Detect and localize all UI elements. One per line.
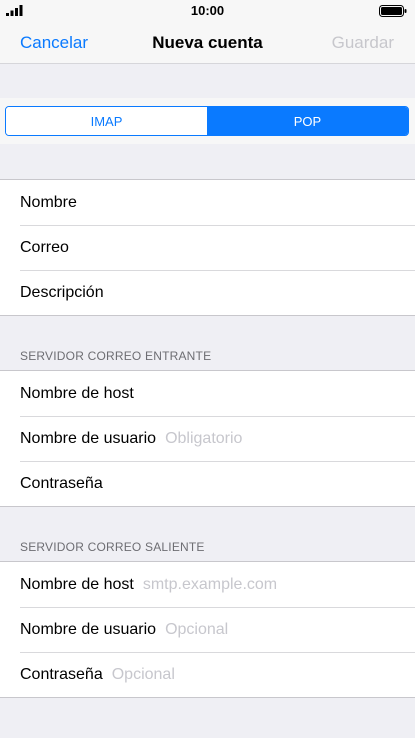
new-account-screen: 10:00 Cancelar Nueva cuenta Guardar IMAP… xyxy=(0,0,415,738)
incoming-username-input[interactable] xyxy=(165,429,415,448)
outgoing-server-group: Nombre de host Nombre de usuario Contras… xyxy=(0,561,415,698)
account-type-segmented-control: IMAP POP xyxy=(5,106,409,136)
outgoing-host-input[interactable] xyxy=(142,575,415,594)
incoming-host-row[interactable]: Nombre de host xyxy=(0,371,415,416)
incoming-host-input[interactable] xyxy=(142,384,415,403)
account-info-group: Nombre Correo Descripción xyxy=(0,179,415,316)
outgoing-server-header: SERVIDOR CORREO SALIENTE xyxy=(20,540,205,554)
outgoing-host-row[interactable]: Nombre de host xyxy=(0,562,415,607)
incoming-username-label: Nombre de usuario xyxy=(20,429,157,447)
name-label: Nombre xyxy=(20,193,77,211)
outgoing-username-label: Nombre de usuario xyxy=(20,620,157,638)
incoming-server-header: SERVIDOR CORREO ENTRANTE xyxy=(20,349,212,363)
navigation-bar: Cancelar Nueva cuenta Guardar xyxy=(0,22,415,64)
segment-pop[interactable]: POP xyxy=(207,107,408,135)
segment-imap[interactable]: IMAP xyxy=(6,107,207,135)
description-input[interactable] xyxy=(112,283,415,302)
outgoing-username-row[interactable]: Nombre de usuario xyxy=(0,607,415,652)
outgoing-password-label: Contraseña xyxy=(20,665,103,683)
account-type-band: IMAP POP xyxy=(0,98,415,144)
battery-icon xyxy=(379,5,407,17)
outgoing-password-input[interactable] xyxy=(111,665,415,684)
email-input[interactable] xyxy=(77,238,415,257)
incoming-password-row[interactable]: Contraseña xyxy=(0,461,415,506)
save-button[interactable]: Guardar xyxy=(332,33,394,53)
outgoing-password-row[interactable]: Contraseña xyxy=(0,652,415,697)
status-time: 10:00 xyxy=(190,3,225,18)
name-input[interactable] xyxy=(85,193,415,212)
status-bar: 10:00 xyxy=(0,0,415,22)
incoming-password-input[interactable] xyxy=(111,474,415,493)
outgoing-host-label: Nombre de host xyxy=(20,575,134,593)
name-row[interactable]: Nombre xyxy=(0,180,415,225)
incoming-username-row[interactable]: Nombre de usuario xyxy=(0,416,415,461)
incoming-host-label: Nombre de host xyxy=(20,384,134,402)
incoming-server-group: Nombre de host Nombre de usuario Contras… xyxy=(0,370,415,507)
description-row[interactable]: Descripción xyxy=(0,270,415,315)
email-label: Correo xyxy=(20,238,69,256)
email-row[interactable]: Correo xyxy=(0,225,415,270)
description-label: Descripción xyxy=(20,283,104,301)
outgoing-username-input[interactable] xyxy=(165,620,415,639)
incoming-password-label: Contraseña xyxy=(20,474,103,492)
